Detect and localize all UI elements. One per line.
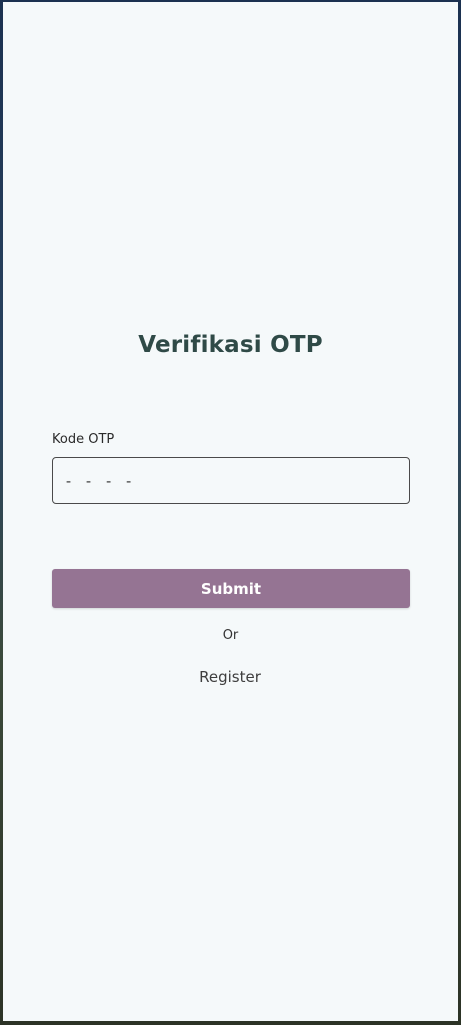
register-link[interactable]: Register bbox=[180, 668, 280, 686]
page-title: Verifikasi OTP bbox=[138, 332, 323, 358]
or-divider-text: Or bbox=[222, 628, 239, 643]
otp-input[interactable] bbox=[52, 457, 410, 504]
otp-screen: Verifikasi OTP Kode OTP Submit Or Regist… bbox=[3, 2, 458, 1021]
otp-field-label: Kode OTP bbox=[52, 432, 115, 447]
submit-button[interactable]: Submit bbox=[52, 569, 410, 608]
